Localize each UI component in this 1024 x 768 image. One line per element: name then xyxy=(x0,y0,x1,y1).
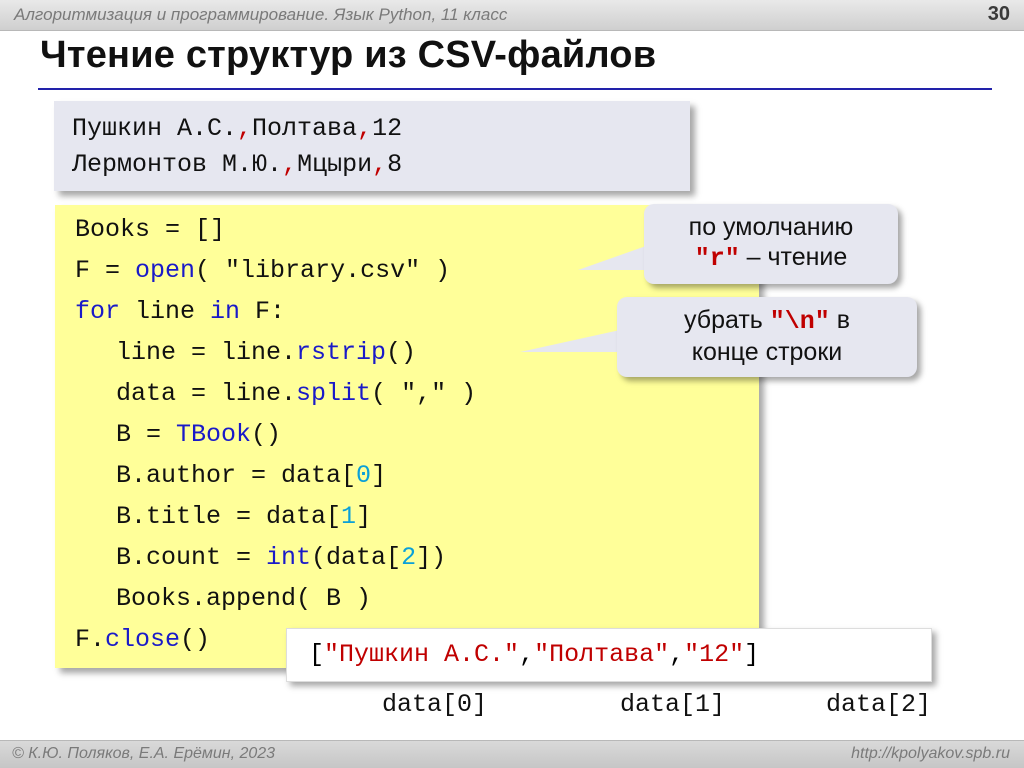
code-line: for line in F: xyxy=(75,297,286,326)
course-title: Алгоритмизация и программирование. Язык … xyxy=(14,5,508,24)
index-label: data[0] xyxy=(382,690,488,719)
csv-separator: , xyxy=(237,114,253,143)
csv-separator: , xyxy=(372,150,388,179)
callout-open-mode: по умолчанию "r" – чтение xyxy=(644,204,898,284)
csv-content-box: Пушкин А.С.,Полтава,12 Лермонтов М.Ю.,Мц… xyxy=(54,101,690,191)
footer-authors: © К.Ю. Поляков, Е.А. Ерёмин, 2023 xyxy=(12,745,276,762)
code-line: Books.append( B ) xyxy=(116,584,372,613)
slide-title: Чтение структур из CSV-файлов xyxy=(40,34,657,76)
header-bar: Алгоритмизация и программирование. Язык … xyxy=(0,0,1024,31)
code-line: B.title = data[1] xyxy=(116,502,372,531)
split-result-box: ["Пушкин А.С.","Полтава","12"] xyxy=(286,628,932,682)
code-line: F = open( "library.csv" ) xyxy=(75,256,451,285)
code-line: B.count = int(data[2]) xyxy=(116,543,447,572)
csv-field: 12 xyxy=(372,114,403,143)
csv-line: Пушкин А.С.,Полтава,12 xyxy=(72,114,402,143)
callout-text: конце строки xyxy=(691,338,843,366)
callout-rstrip: убрать "\n" в конце строки xyxy=(617,297,917,377)
callout-text: убрать "\n" в xyxy=(683,306,851,336)
code-line: line = line.rstrip() xyxy=(116,338,417,367)
code-line: Books = [] xyxy=(75,215,226,244)
csv-field: 8 xyxy=(387,150,403,179)
csv-field: Полтава xyxy=(252,114,358,143)
code-line: data = line.split( "," ) xyxy=(116,379,477,408)
csv-line: Лермонтов М.Ю.,Мцыри,8 xyxy=(72,150,402,179)
title-divider xyxy=(38,88,992,90)
split-result: ["Пушкин А.С.","Полтава","12"] xyxy=(309,640,760,669)
code-line: F.close() xyxy=(75,625,211,654)
footer-url: http://kpolyakov.spb.ru xyxy=(851,745,1010,762)
csv-field: Мцыри xyxy=(297,150,373,179)
csv-field: Лермонтов М.Ю. xyxy=(72,150,283,179)
csv-field: Пушкин А.С. xyxy=(72,114,238,143)
index-label: data[1] xyxy=(620,690,726,719)
callout-text: по умолчанию xyxy=(688,213,854,241)
code-line: B.author = data[0] xyxy=(116,461,387,490)
code-line: B = TBook() xyxy=(116,420,282,449)
page-number: 30 xyxy=(987,3,1010,25)
index-label: data[2] xyxy=(826,690,932,719)
callout-text: "r" – чтение xyxy=(694,243,848,273)
footer-bar: © К.Ю. Поляков, Е.А. Ерёмин, 2023 http:/… xyxy=(0,740,1024,768)
csv-separator: , xyxy=(357,114,373,143)
csv-separator: , xyxy=(282,150,298,179)
